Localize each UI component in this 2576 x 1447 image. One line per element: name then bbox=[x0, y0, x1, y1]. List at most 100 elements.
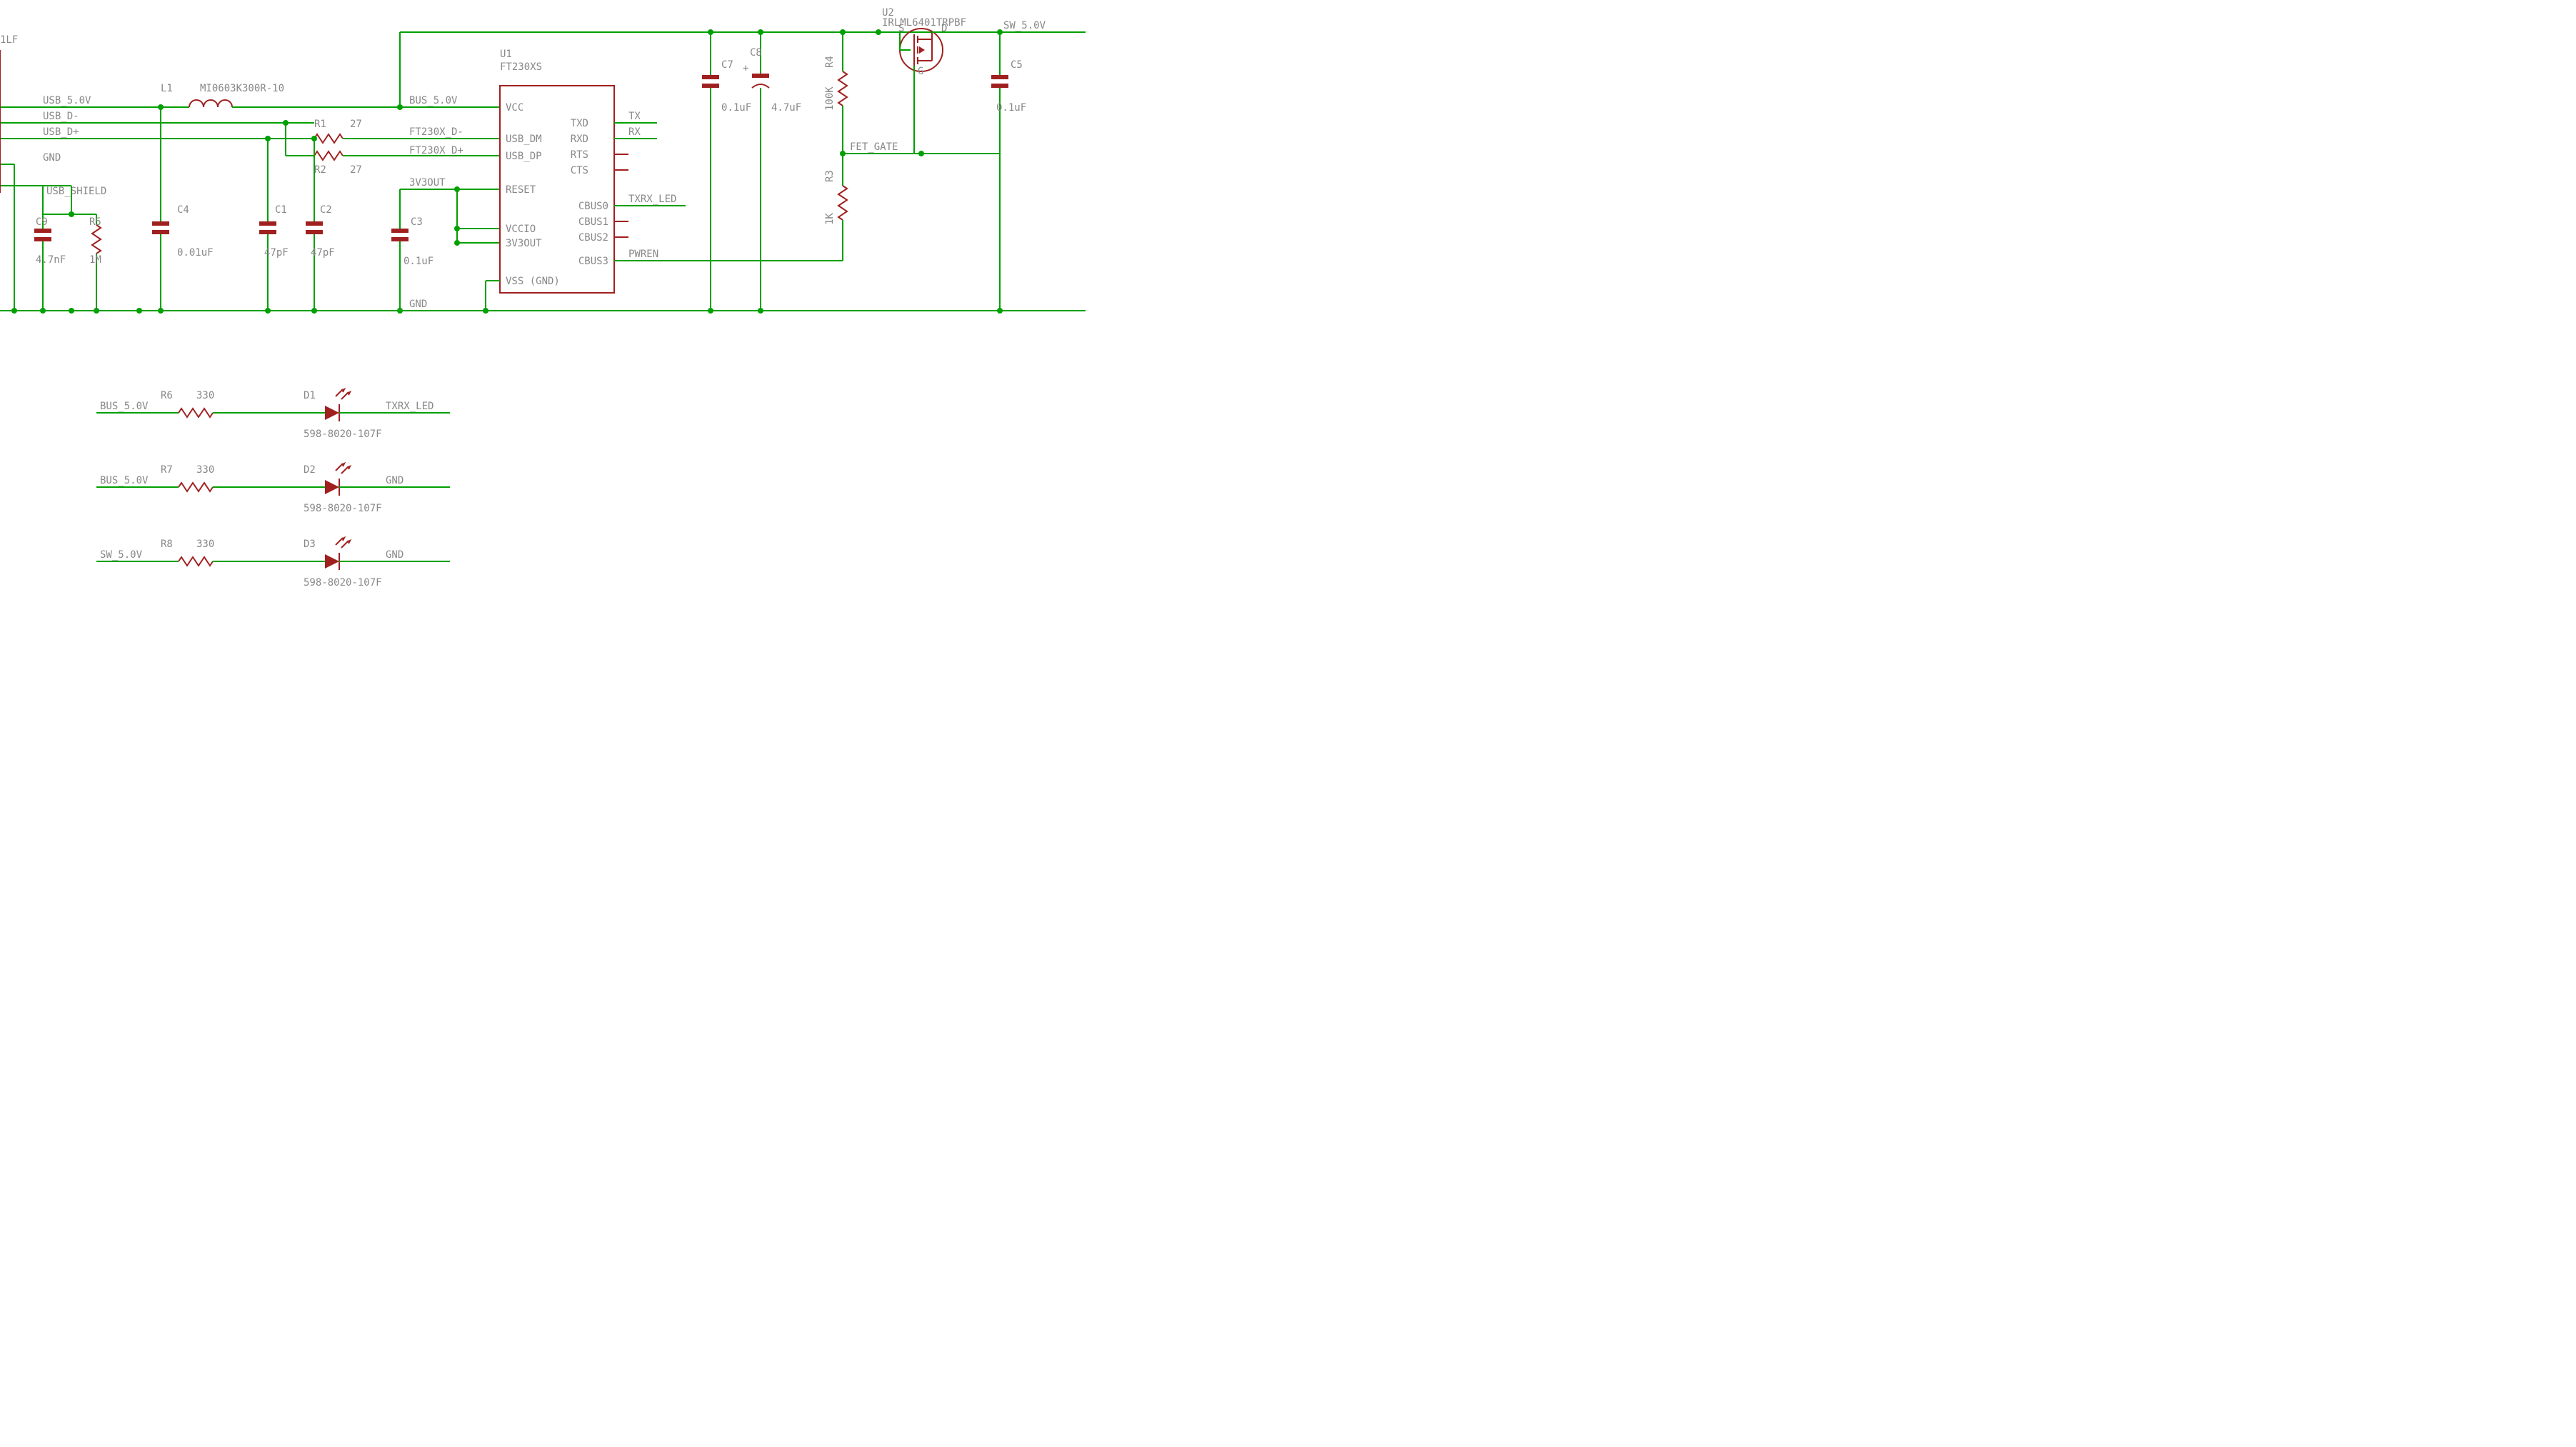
svg-text:C8: C8 bbox=[750, 47, 762, 59]
net-bus5v: BUS_5.0V bbox=[409, 95, 458, 106]
c9-capacitor: C9 4.7nF bbox=[34, 214, 66, 311]
svg-text:4.7nF: 4.7nF bbox=[36, 254, 66, 266]
svg-text:USB_DP: USB_DP bbox=[506, 151, 542, 162]
svg-text:R3: R3 bbox=[824, 170, 836, 182]
d1-out-net: TXRX_LED bbox=[386, 401, 433, 412]
d2-out-net: GND bbox=[386, 475, 404, 486]
svg-text:330: 330 bbox=[196, 464, 214, 476]
svg-text:330: 330 bbox=[196, 539, 214, 550]
r5-resistor: R5 1M bbox=[89, 214, 101, 311]
svg-text:VSS (GND): VSS (GND) bbox=[506, 276, 560, 287]
svg-text:+: + bbox=[743, 63, 748, 74]
net-ftdp: FT230X_D+ bbox=[409, 145, 463, 156]
net-pwren: PWREN bbox=[628, 249, 658, 260]
svg-text:0.1uF: 0.1uF bbox=[721, 102, 751, 114]
svg-text:CBUS1: CBUS1 bbox=[578, 216, 608, 228]
svg-text:D: D bbox=[941, 23, 947, 34]
svg-text:FT230XS: FT230XS bbox=[500, 61, 542, 73]
net-txrxled: TXRX_LED bbox=[628, 194, 676, 205]
svg-text:C5: C5 bbox=[1011, 59, 1023, 71]
svg-text:0.1uF: 0.1uF bbox=[996, 102, 1026, 114]
svg-text:R2: R2 bbox=[314, 164, 326, 176]
svg-text:D1: D1 bbox=[304, 390, 316, 401]
d3-in-net: SW_5.0V bbox=[100, 549, 143, 561]
svg-text:IRLML6401TRPBF: IRLML6401TRPBF bbox=[882, 17, 966, 29]
svg-text:C1: C1 bbox=[275, 204, 287, 216]
svg-text:0.1uF: 0.1uF bbox=[404, 256, 433, 267]
c4-capacitor: C4 0.01uF bbox=[152, 107, 214, 311]
svg-text:CBUS0: CBUS0 bbox=[578, 201, 608, 212]
svg-text:L1: L1 bbox=[161, 83, 173, 94]
svg-text:C2: C2 bbox=[320, 204, 332, 216]
d2-led: D2 598-8020-107F bbox=[304, 464, 382, 514]
d1-in-net: BUS_5.0V bbox=[100, 401, 149, 412]
svg-text:CBUS3: CBUS3 bbox=[578, 256, 608, 267]
svg-text:598-8020-107F: 598-8020-107F bbox=[304, 503, 382, 514]
c8-capacitor-polarized: C8 4.7uF + bbox=[743, 32, 801, 311]
svg-text:G: G bbox=[918, 66, 923, 77]
net-shield: USB_SHIELD bbox=[46, 186, 106, 197]
net-ftdm: FT230X_D- bbox=[409, 126, 463, 138]
svg-text:R1: R1 bbox=[314, 119, 326, 130]
d3-out-net: GND bbox=[386, 549, 404, 561]
svg-text:R6: R6 bbox=[161, 390, 173, 401]
net-tx: TX bbox=[628, 111, 641, 122]
svg-text:CTS: CTS bbox=[571, 165, 588, 176]
u2-mosfet: U2 IRLML6401TRPBF S D G bbox=[878, 7, 1086, 154]
svg-text:47pF: 47pF bbox=[264, 247, 289, 259]
svg-text:C4: C4 bbox=[177, 204, 189, 216]
r2-resistor: R2 27 bbox=[286, 123, 500, 176]
d3-led: D3 598-8020-107F bbox=[304, 538, 382, 589]
svg-text:47pF: 47pF bbox=[311, 247, 335, 259]
svg-text:RESET: RESET bbox=[506, 184, 536, 196]
svg-text:CBUS2: CBUS2 bbox=[578, 232, 608, 244]
svg-text:VCCIO: VCCIO bbox=[506, 224, 536, 235]
svg-text:27: 27 bbox=[350, 164, 362, 176]
svg-text:D2: D2 bbox=[304, 464, 316, 476]
svg-text:C3: C3 bbox=[411, 216, 423, 228]
svg-text:100K: 100K bbox=[824, 86, 836, 111]
svg-text:1M: 1M bbox=[89, 254, 101, 266]
net-gnd-label: GND bbox=[409, 299, 427, 310]
c5-capacitor: C5 0.1uF bbox=[991, 32, 1026, 311]
d2-in-net: BUS_5.0V bbox=[100, 475, 149, 486]
svg-text:598-8020-107F: 598-8020-107F bbox=[304, 429, 382, 440]
u1-ic: U1 FT230XS VCC USB_DM USB_DP RESET VCCIO… bbox=[500, 49, 614, 293]
c3-capacitor: C3 0.1uF bbox=[391, 189, 433, 311]
net-sw5v: SW_5.0V bbox=[1003, 20, 1046, 31]
net-gnd-left: GND bbox=[43, 152, 61, 164]
c1-capacitor: C1 47pF bbox=[259, 139, 289, 311]
svg-text:USB_DM: USB_DM bbox=[506, 134, 542, 145]
net-usbdp: USB_D+ bbox=[43, 126, 79, 138]
r4-resistor: R4 100K bbox=[824, 32, 847, 154]
svg-text:R4: R4 bbox=[824, 56, 836, 68]
svg-text:330: 330 bbox=[196, 390, 214, 401]
svg-text:VCC: VCC bbox=[506, 102, 523, 114]
svg-text:MI0603K300R-10: MI0603K300R-10 bbox=[200, 83, 284, 94]
d1-led: D1 598-8020-107F bbox=[304, 389, 382, 440]
svg-text:R8: R8 bbox=[161, 539, 173, 550]
svg-text:RTS: RTS bbox=[571, 149, 588, 161]
r1-resistor: R1 27 bbox=[314, 119, 500, 143]
net-usbdm: USB_D- bbox=[43, 111, 79, 122]
svg-text:U1: U1 bbox=[500, 49, 512, 60]
svg-text:1K: 1K bbox=[824, 213, 836, 225]
svg-text:0.01uF: 0.01uF bbox=[177, 247, 214, 259]
net-rx: RX bbox=[628, 126, 641, 138]
svg-text:S: S bbox=[898, 23, 904, 34]
svg-text:R7: R7 bbox=[161, 464, 173, 476]
svg-text:RXD: RXD bbox=[571, 134, 588, 145]
svg-text:3V3OUT: 3V3OUT bbox=[506, 238, 542, 249]
svg-text:598-8020-107F: 598-8020-107F bbox=[304, 577, 382, 589]
net-3v3out: 3V3OUT bbox=[409, 177, 446, 189]
svg-text:D3: D3 bbox=[304, 539, 316, 550]
connector-part-label: 1LF bbox=[0, 34, 18, 46]
net-fetgate: FET_GATE bbox=[850, 141, 898, 153]
svg-text:27: 27 bbox=[350, 119, 362, 130]
r3-resistor: R3 1K bbox=[824, 154, 847, 261]
svg-text:C9: C9 bbox=[36, 216, 48, 228]
schematic-canvas: GND 1LF USB_5.0V USB_D- USB_D+ GND USB_S… bbox=[0, 0, 1086, 611]
svg-text:C7: C7 bbox=[721, 59, 733, 71]
svg-text:4.7uF: 4.7uF bbox=[771, 102, 801, 114]
svg-text:TXD: TXD bbox=[571, 118, 588, 129]
